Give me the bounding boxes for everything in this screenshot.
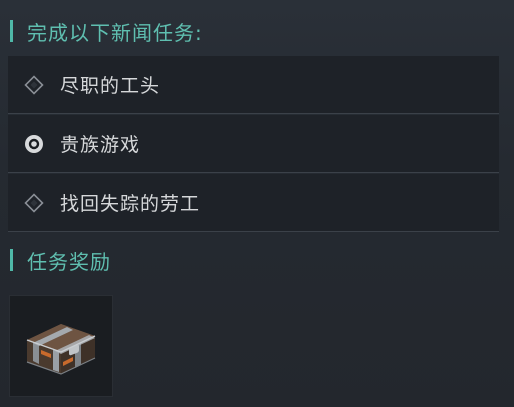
radio-dot-icon	[22, 132, 46, 156]
header-accent-bar	[10, 20, 13, 42]
tasks-section-header: 完成以下新闻任务:	[10, 16, 203, 46]
diamond-icon	[22, 191, 46, 215]
rewards-section-title: 任务奖励	[27, 249, 111, 274]
task-row[interactable]: 贵族游戏	[8, 115, 499, 173]
task-list: 尽职的工头 贵族游戏 找回失踪的劳工	[8, 56, 499, 233]
reward-item-slot[interactable]	[9, 295, 113, 397]
task-label: 尽职的工头	[60, 75, 161, 97]
task-label: 贵族游戏	[60, 134, 141, 156]
rewards-section-header: 任务奖励	[10, 245, 111, 275]
header-accent-bar	[10, 249, 13, 271]
diamond-icon	[22, 73, 46, 97]
task-row[interactable]: 尽职的工头	[8, 56, 499, 114]
task-label: 找回失踪的劳工	[60, 193, 201, 215]
task-row[interactable]: 找回失踪的劳工	[8, 174, 499, 232]
tasks-section-title: 完成以下新闻任务:	[27, 20, 203, 45]
treasure-chest-icon	[19, 306, 103, 386]
